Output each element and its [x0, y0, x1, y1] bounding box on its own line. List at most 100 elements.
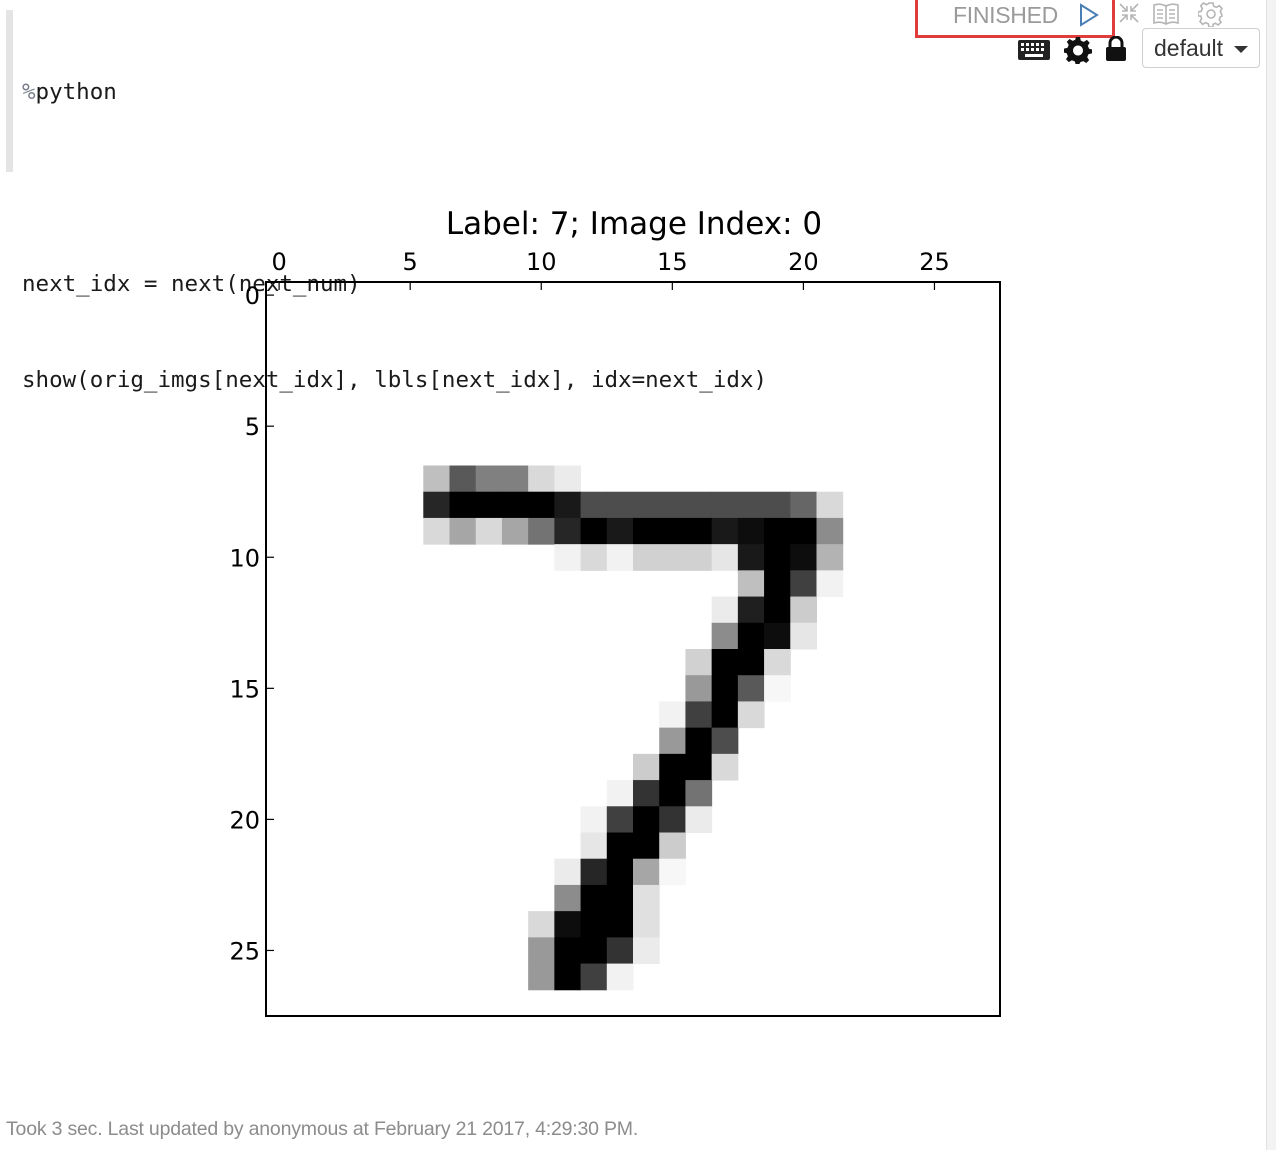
image-pixel: [423, 517, 450, 545]
play-outline-icon[interactable]: [1076, 3, 1100, 27]
image-pixel: [764, 622, 791, 650]
code-text: python: [35, 79, 117, 105]
book-icon[interactable]: [1152, 2, 1180, 26]
image-pixel: [737, 491, 765, 519]
y-tick-label: 25: [229, 937, 260, 965]
image-pixel: [606, 963, 634, 991]
x-tick-label: 25: [919, 248, 950, 276]
image-pixel: [606, 806, 634, 833]
image-pixel: [633, 937, 660, 965]
image-pixel: [711, 517, 739, 545]
page-scroll-edge: [1266, 0, 1276, 1150]
image-pixel: [528, 911, 555, 938]
image-pixel: [711, 596, 739, 624]
notebook-paragraph: %python next_idx = next(next_num) show(o…: [0, 0, 1266, 1150]
code-line: %python: [22, 76, 767, 108]
dropdown-label: default: [1154, 34, 1224, 61]
image-pixel: [711, 491, 739, 519]
image-pixel: [580, 832, 608, 860]
image-pixel: [449, 465, 477, 493]
image-pixel: [501, 465, 529, 493]
image-pixel: [606, 911, 634, 938]
y-tick-label: 10: [229, 544, 260, 572]
image-pixel: [790, 544, 817, 571]
image-pixel: [711, 675, 739, 702]
image-pixel: [423, 491, 450, 519]
mnist-image-plot: Label: 7; Image Index: 0 0 5 10 15 20 25 0 5 10 1…: [229, 206, 1001, 1017]
image-pixel: [554, 517, 582, 545]
image-pixel: [554, 465, 582, 493]
image-pixel: [711, 544, 739, 571]
image-pixel: [633, 753, 660, 781]
image-pixel: [606, 544, 634, 571]
image-pixel: [737, 622, 765, 650]
image-pixel: [606, 517, 634, 545]
x-tick-label: 10: [526, 248, 557, 276]
image-pixel: [580, 806, 608, 833]
image-pixel: [764, 649, 791, 676]
gear-outline-icon[interactable]: [1198, 1, 1224, 27]
image-pixel: [790, 570, 817, 598]
interpreter-dropdown[interactable]: default: [1142, 28, 1260, 68]
x-tick-label: 0: [271, 248, 286, 276]
image-pixel: [633, 780, 660, 807]
image-pixel: [737, 649, 765, 676]
image-pixel: [659, 832, 686, 860]
image-pixel: [633, 544, 660, 571]
image-pixel: [685, 675, 713, 702]
image-pixel: [580, 963, 608, 991]
image-pixel: [580, 517, 608, 545]
x-tick-label: 15: [657, 248, 688, 276]
image-pixel: [737, 675, 765, 702]
code-prefix: %: [22, 79, 36, 105]
image-pixel: [790, 491, 817, 519]
image-pixel: [711, 622, 739, 650]
image-pixel: [685, 806, 713, 833]
image-pixel: [528, 491, 555, 519]
image-pixel: [737, 517, 765, 545]
image-pixel: [685, 727, 713, 755]
image-pixel: [554, 544, 582, 571]
image-pixel: [711, 649, 739, 676]
gear-solid-icon[interactable]: [1064, 36, 1092, 64]
image-pixel: [685, 491, 713, 519]
image-pixel: [633, 491, 660, 519]
image-pixel: [449, 491, 477, 519]
image-pixel: [764, 596, 791, 624]
collapse-arrows-icon[interactable]: [1118, 2, 1140, 24]
image-pixel: [764, 517, 791, 545]
image-pixel: [659, 858, 686, 886]
image-pixel: [737, 570, 765, 598]
y-tick-label: 0: [245, 282, 260, 310]
image-pixel: [580, 911, 608, 938]
image-pixel: [554, 491, 582, 519]
image-pixel: [580, 544, 608, 571]
keyboard-icon[interactable]: [1017, 39, 1051, 61]
image-pixel: [554, 858, 582, 886]
image-pixel: [554, 884, 582, 912]
image-pixel: [606, 491, 634, 519]
y-tick-label: 15: [229, 675, 260, 703]
image-pixel: [790, 517, 817, 545]
image-pixel: [423, 465, 450, 493]
image-pixel: [659, 753, 686, 781]
image-pixel: [475, 517, 503, 545]
lock-icon[interactable]: [1104, 36, 1128, 62]
image-pixel: [764, 544, 791, 571]
image-pixel: [764, 570, 791, 598]
image-pixel: [633, 806, 660, 833]
y-tick-label: 20: [229, 806, 260, 834]
image-pixel: [711, 753, 739, 781]
image-pixel: [659, 517, 686, 545]
image-pixel: [606, 832, 634, 860]
image-pixel: [633, 884, 660, 912]
image-pixel: [764, 675, 791, 702]
image-pixel: [449, 517, 477, 545]
image-pixel: [475, 491, 503, 519]
image-pixel: [659, 701, 686, 729]
pixel-layer: [423, 465, 844, 991]
image-pixel: [711, 701, 739, 729]
image-pixel: [501, 491, 529, 519]
image-pixel: [790, 622, 817, 650]
image-pixel: [633, 911, 660, 938]
